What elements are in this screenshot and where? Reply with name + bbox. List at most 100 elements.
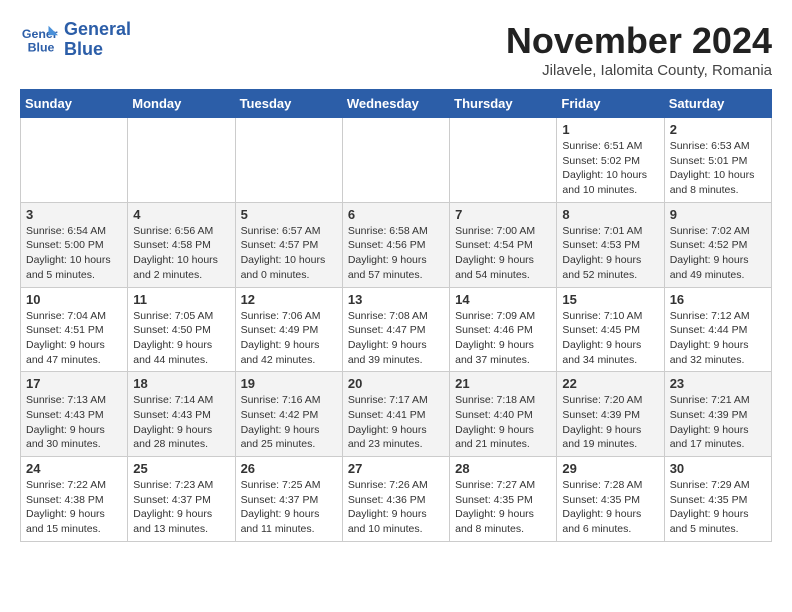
calendar-cell: 14Sunrise: 7:09 AMSunset: 4:46 PMDayligh… bbox=[450, 287, 557, 372]
calendar-week-row: 10Sunrise: 7:04 AMSunset: 4:51 PMDayligh… bbox=[21, 287, 772, 372]
day-info: Sunrise: 7:29 AM bbox=[670, 478, 766, 493]
day-info: Daylight: 9 hours and 5 minutes. bbox=[670, 507, 766, 536]
day-number: 7 bbox=[455, 207, 551, 222]
day-info: Daylight: 9 hours and 32 minutes. bbox=[670, 338, 766, 367]
day-info: Sunset: 4:51 PM bbox=[26, 323, 122, 338]
day-info: Sunrise: 6:53 AM bbox=[670, 139, 766, 154]
calendar-cell: 27 Sunrise: 7:26 AMSunset: 4:36 PMDayligh… bbox=[342, 457, 449, 542]
calendar-cell bbox=[342, 118, 449, 203]
day-info: Sunset: 5:00 PM bbox=[26, 238, 122, 253]
day-info: Daylight: 9 hours and 49 minutes. bbox=[670, 253, 766, 282]
day-number: 4 bbox=[133, 207, 229, 222]
calendar-header-cell: Tuesday bbox=[235, 90, 342, 118]
calendar-cell: 2Sunrise: 6:53 AMSunset: 5:01 PMDaylight… bbox=[664, 118, 771, 203]
day-info: Sunset: 4:44 PM bbox=[670, 323, 766, 338]
day-info: Sunset: 4:37 PM bbox=[133, 493, 229, 508]
calendar-cell: 23Sunrise: 7:21 AMSunset: 4:39 PMDayligh… bbox=[664, 372, 771, 457]
day-info: Sunrise: 6:57 AM bbox=[241, 224, 337, 239]
day-info: Sunset: 4:43 PM bbox=[133, 408, 229, 423]
day-info: Sunset: 4:41 PM bbox=[348, 408, 444, 423]
day-number: 13 bbox=[348, 292, 444, 307]
calendar-cell: 12 Sunrise: 7:06 AMSunset: 4:49 PMDayligh… bbox=[235, 287, 342, 372]
calendar-cell: 22Sunrise: 7:20 AMSunset: 4:39 PMDayligh… bbox=[557, 372, 664, 457]
calendar-cell: 4Sunrise: 6:56 AMSunset: 4:58 PMDaylight… bbox=[128, 202, 235, 287]
day-number: 23 bbox=[670, 376, 766, 391]
day-info: Sunrise: 7:05 AM bbox=[133, 309, 229, 324]
day-info: Sunrise: 7:04 AM bbox=[26, 309, 122, 324]
day-info: Sunset: 4:40 PM bbox=[455, 408, 551, 423]
day-info: Daylight: 10 hours and 5 minutes. bbox=[26, 253, 122, 282]
calendar-cell: 15Sunrise: 7:10 AMSunset: 4:45 PMDayligh… bbox=[557, 287, 664, 372]
day-number: 5 bbox=[241, 207, 337, 222]
day-info: Daylight: 9 hours and 52 minutes. bbox=[562, 253, 658, 282]
day-info: Sunset: 4:46 PM bbox=[455, 323, 551, 338]
day-info: Daylight: 9 hours and 10 minutes. bbox=[348, 507, 444, 536]
day-info: Sunset: 4:36 PM bbox=[348, 493, 444, 508]
day-info: Sunset: 4:45 PM bbox=[562, 323, 658, 338]
day-number: 6 bbox=[348, 207, 444, 222]
calendar-week-row: 3Sunrise: 6:54 AMSunset: 5:00 PMDaylight… bbox=[21, 202, 772, 287]
day-info: Sunset: 5:02 PM bbox=[562, 154, 658, 169]
day-info: Daylight: 9 hours and 17 minutes. bbox=[670, 423, 766, 452]
header: General Blue General Blue November 2024 … bbox=[20, 20, 772, 79]
day-info: Sunrise: 7:18 AM bbox=[455, 393, 551, 408]
day-info: Daylight: 9 hours and 47 minutes. bbox=[26, 338, 122, 367]
day-number: 22 bbox=[562, 376, 658, 391]
day-number: 12 bbox=[241, 292, 337, 307]
day-info: Sunset: 4:47 PM bbox=[348, 323, 444, 338]
day-info: Sunset: 4:54 PM bbox=[455, 238, 551, 253]
location-title: Jilavele, Ialomita County, Romania bbox=[506, 62, 772, 79]
calendar-header-cell: Friday bbox=[557, 90, 664, 118]
day-number: 9 bbox=[670, 207, 766, 222]
day-info: Sunset: 4:49 PM bbox=[241, 323, 337, 338]
day-info: Sunrise: 6:56 AM bbox=[133, 224, 229, 239]
calendar-cell: 25Sunrise: 7:23 AMSunset: 4:37 PMDayligh… bbox=[128, 457, 235, 542]
day-number: 20 bbox=[348, 376, 444, 391]
day-info: Sunset: 4:52 PM bbox=[670, 238, 766, 253]
calendar-header-cell: Monday bbox=[128, 90, 235, 118]
day-info: Daylight: 9 hours and 42 minutes. bbox=[241, 338, 337, 367]
day-info: Sunrise: 7:06 AM bbox=[241, 309, 337, 324]
logo-text: General Blue bbox=[64, 20, 131, 60]
calendar-header-cell: Sunday bbox=[21, 90, 128, 118]
day-number: 18 bbox=[133, 376, 229, 391]
day-info: Daylight: 9 hours and 30 minutes. bbox=[26, 423, 122, 452]
calendar-cell: 13Sunrise: 7:08 AMSunset: 4:47 PMDayligh… bbox=[342, 287, 449, 372]
day-info: Daylight: 9 hours and 6 minutes. bbox=[562, 507, 658, 536]
day-info: Sunset: 4:35 PM bbox=[562, 493, 658, 508]
day-info: Daylight: 9 hours and 54 minutes. bbox=[455, 253, 551, 282]
calendar-cell: 30Sunrise: 7:29 AMSunset: 4:35 PMDayligh… bbox=[664, 457, 771, 542]
day-info: Daylight: 9 hours and 39 minutes. bbox=[348, 338, 444, 367]
day-number: 17 bbox=[26, 376, 122, 391]
day-number: 8 bbox=[562, 207, 658, 222]
calendar-cell: 28Sunrise: 7:27 AMSunset: 4:35 PMDayligh… bbox=[450, 457, 557, 542]
day-info: Sunrise: 7:00 AM bbox=[455, 224, 551, 239]
calendar-cell: 17Sunrise: 7:13 AMSunset: 4:43 PMDayligh… bbox=[21, 372, 128, 457]
calendar-cell: 16Sunrise: 7:12 AMSunset: 4:44 PMDayligh… bbox=[664, 287, 771, 372]
day-number: 3 bbox=[26, 207, 122, 222]
calendar-cell bbox=[450, 118, 557, 203]
day-number: 27 bbox=[348, 461, 444, 476]
svg-text:Blue: Blue bbox=[28, 40, 55, 54]
calendar-header-cell: Thursday bbox=[450, 90, 557, 118]
day-number: 25 bbox=[133, 461, 229, 476]
day-info: Sunset: 5:01 PM bbox=[670, 154, 766, 169]
day-info: Daylight: 9 hours and 21 minutes. bbox=[455, 423, 551, 452]
day-number: 26 bbox=[241, 461, 337, 476]
calendar-header-cell: Wednesday bbox=[342, 90, 449, 118]
day-info: Daylight: 9 hours and 15 minutes. bbox=[26, 507, 122, 536]
calendar-cell: 21Sunrise: 7:18 AMSunset: 4:40 PMDayligh… bbox=[450, 372, 557, 457]
day-info: Sunset: 4:35 PM bbox=[455, 493, 551, 508]
calendar-cell: 9Sunrise: 7:02 AMSunset: 4:52 PMDaylight… bbox=[664, 202, 771, 287]
calendar-cell bbox=[128, 118, 235, 203]
day-info: Sunrise: 7:27 AM bbox=[455, 478, 551, 493]
calendar-cell: 19Sunrise: 7:16 AMSunset: 4:42 PMDayligh… bbox=[235, 372, 342, 457]
day-info: Sunrise: 7:10 AM bbox=[562, 309, 658, 324]
day-info: Sunrise: 7:26 AM bbox=[348, 478, 444, 493]
calendar-cell bbox=[21, 118, 128, 203]
calendar-cell bbox=[235, 118, 342, 203]
day-info: Daylight: 10 hours and 0 minutes. bbox=[241, 253, 337, 282]
day-info: Daylight: 10 hours and 8 minutes. bbox=[670, 168, 766, 197]
calendar-cell: 18Sunrise: 7:14 AMSunset: 4:43 PMDayligh… bbox=[128, 372, 235, 457]
day-info: Daylight: 10 hours and 2 minutes. bbox=[133, 253, 229, 282]
